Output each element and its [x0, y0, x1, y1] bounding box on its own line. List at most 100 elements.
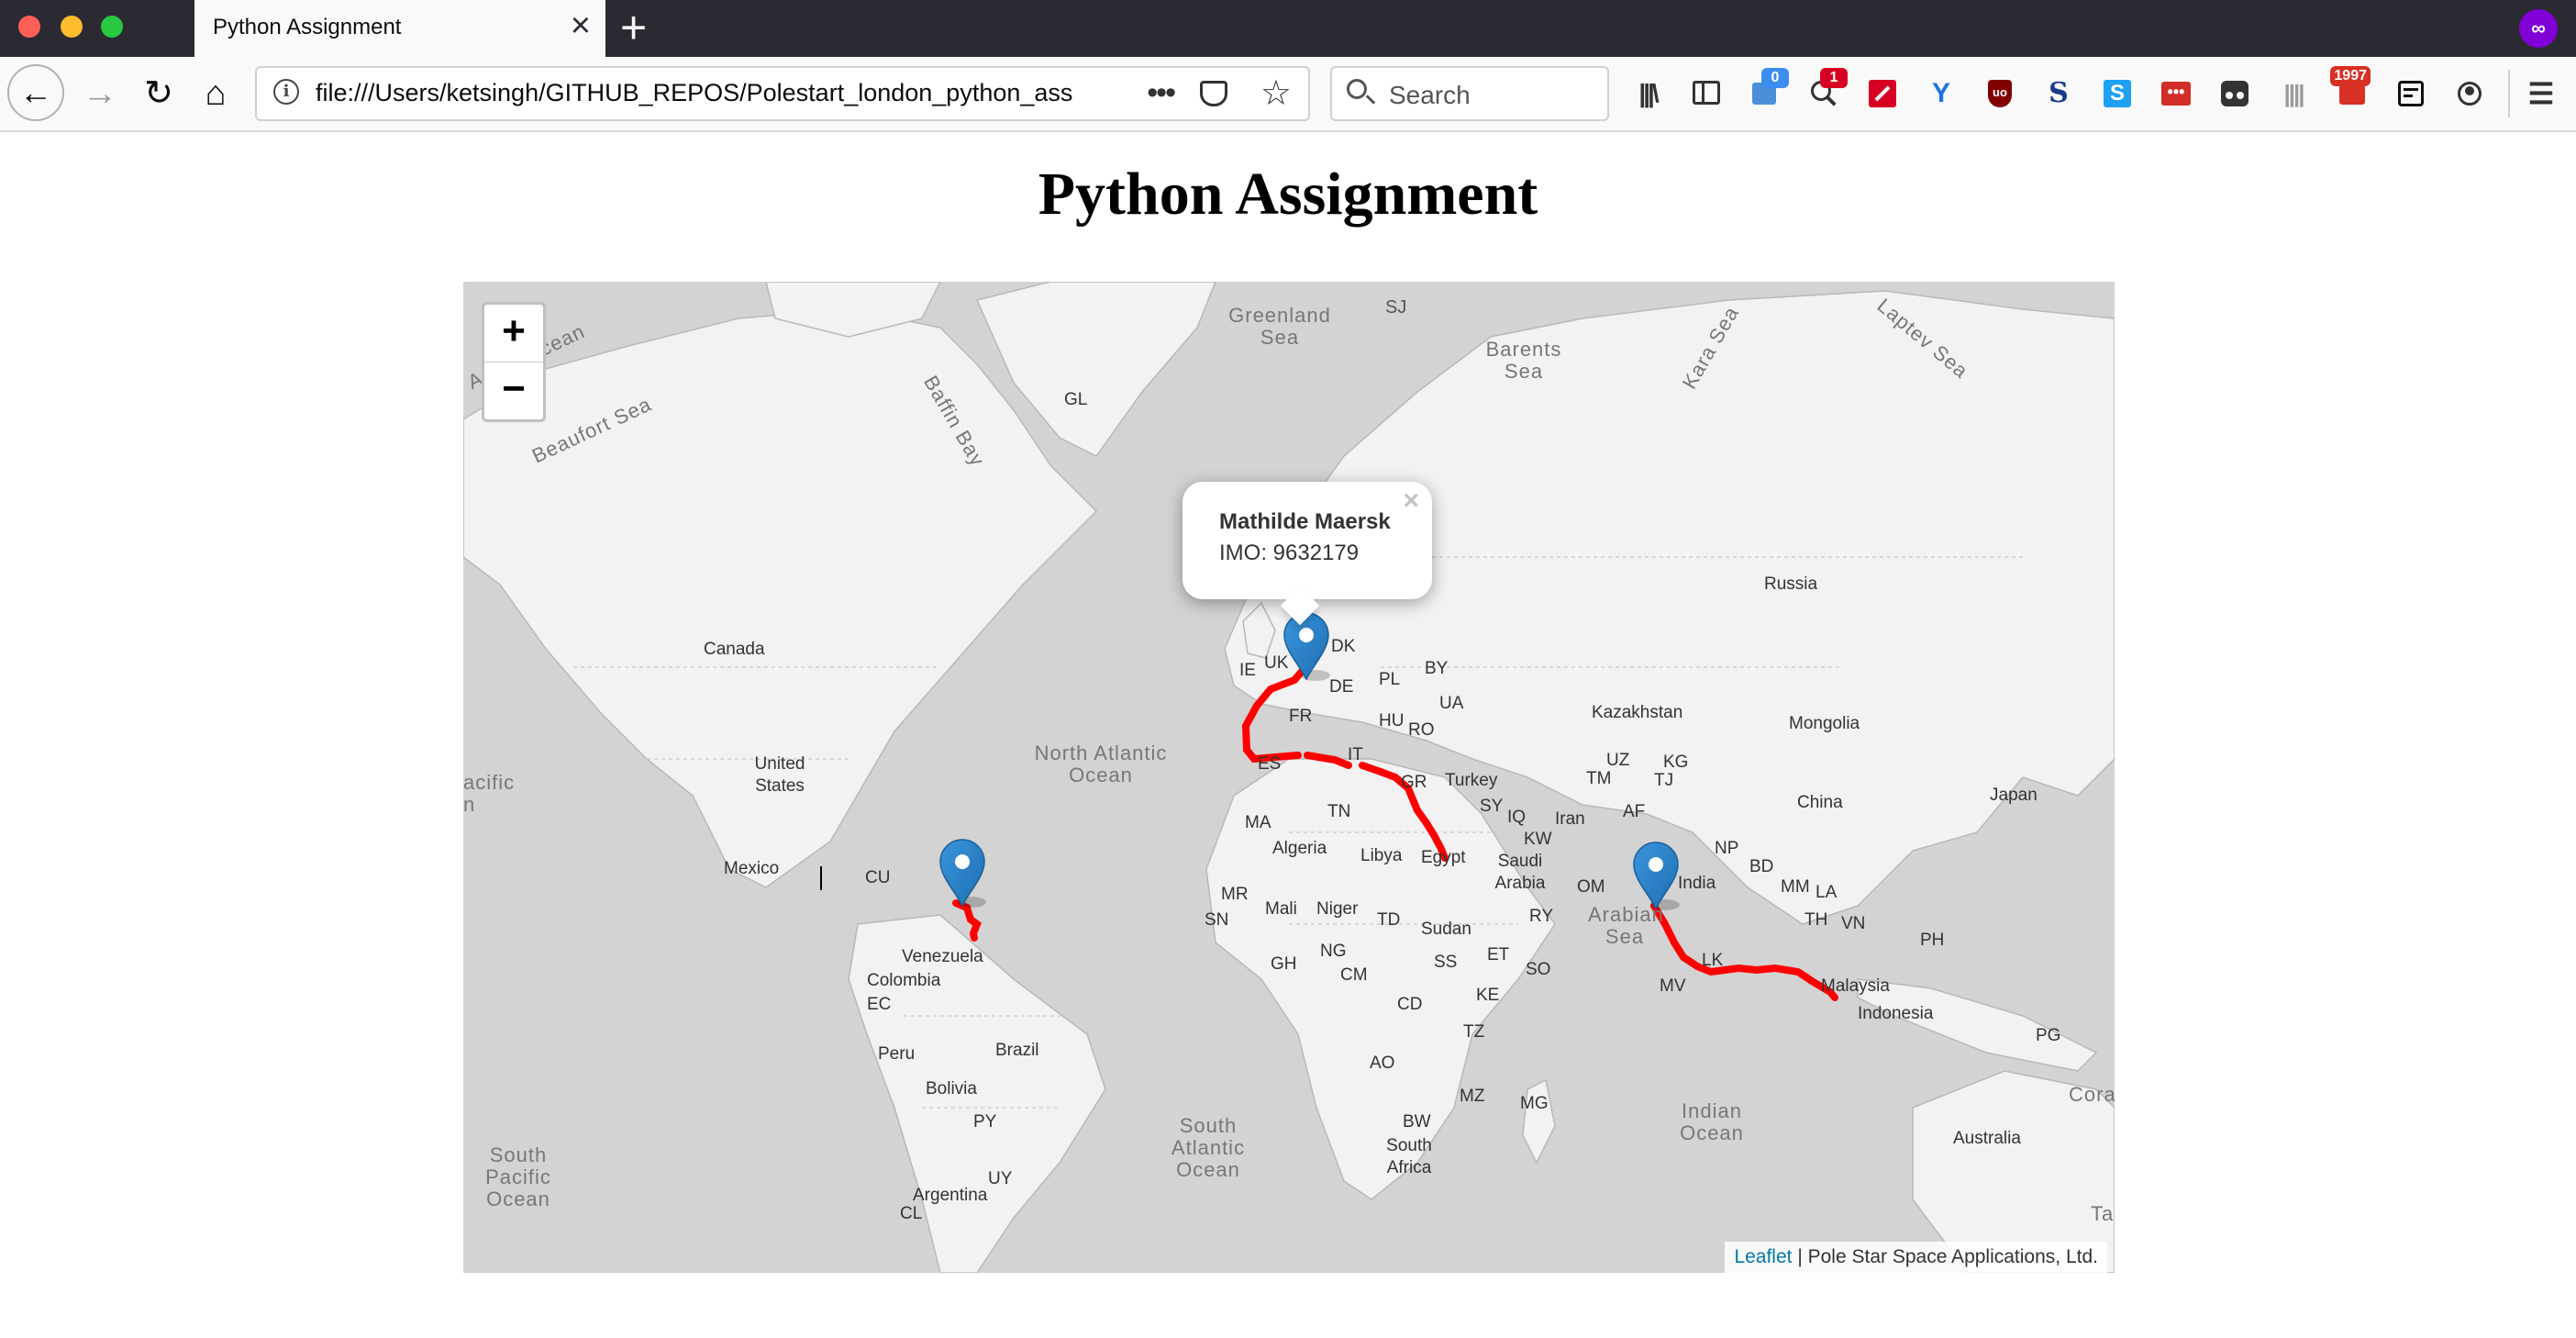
lastpass-icon[interactable]: •••	[2160, 77, 2193, 110]
tab-title: Python Assignment	[213, 15, 402, 39]
new-tab-button[interactable]: +	[620, 4, 647, 51]
vpn-extension-icon[interactable]: Y	[1925, 77, 1958, 110]
label-egypt: Egypt	[1421, 848, 1466, 867]
hamburger-menu-icon[interactable]: ☰	[2525, 77, 2558, 110]
pen-extension-icon[interactable]	[1866, 77, 1899, 110]
attribution-owner: Pole Star Space Applications, Ltd.	[1807, 1246, 2098, 1267]
label-south-africa: South Africa	[1386, 1136, 1432, 1177]
land-masses	[463, 282, 2115, 1273]
label-north-atlantic-ocean: North Atlantic Ocean	[1034, 741, 1168, 786]
label-brazil: Brazil	[995, 1041, 1039, 1060]
zoom-control: + −	[482, 302, 546, 422]
label-venezuela: Venezuela	[902, 947, 983, 966]
label-japan: Japan	[1990, 786, 2037, 805]
label-ph: PH	[1920, 931, 1945, 950]
label-ng: NG	[1320, 942, 1347, 961]
site-info-icon[interactable]: i	[273, 79, 299, 105]
label-uy: UY	[988, 1169, 1013, 1188]
window-zoom-button[interactable]	[101, 16, 123, 38]
page-actions-menu-icon[interactable]: •••	[1147, 68, 1176, 117]
label-py: PY	[973, 1112, 997, 1132]
tab-manager-icon[interactable]	[2218, 77, 2251, 110]
label-indonesia: Indonesia	[1858, 1004, 1934, 1023]
search-bar[interactable]: Search	[1330, 66, 1609, 121]
account-icon[interactable]	[2453, 77, 2486, 110]
bookmark-star-icon[interactable]: ☆	[1260, 72, 1292, 116]
label-np: NP	[1715, 839, 1739, 858]
leaflet-map[interactable]: Greenland Sea SJ Barents Sea Kara Sea La…	[463, 282, 2115, 1273]
label-tn: TN	[1327, 802, 1351, 821]
back-button[interactable]: ←	[7, 64, 64, 121]
label-ma: MA	[1245, 813, 1271, 832]
label-th: TH	[1804, 910, 1828, 930]
label-mongolia: Mongolia	[1789, 714, 1860, 733]
text-cursor	[820, 866, 822, 890]
library-icon[interactable]: |||\	[1631, 77, 1664, 110]
label-lk: LK	[1702, 951, 1724, 970]
label-pl: PL	[1379, 670, 1401, 689]
simplenote-extension-icon[interactable]: S	[2101, 77, 2134, 110]
pocket-icon[interactable]	[1200, 81, 1227, 106]
label-td: TD	[1377, 910, 1401, 930]
zoom-in-button[interactable]: +	[484, 305, 543, 362]
zoom-search-extension-icon[interactable]: 1	[1807, 68, 1848, 110]
label-indian-ocean: Indian Ocean	[1680, 1099, 1744, 1144]
label-gh: GH	[1271, 954, 1297, 974]
fence-extension-icon[interactable]: ||||	[2277, 77, 2310, 110]
ublock-origin-icon[interactable]: uo	[1983, 77, 2016, 110]
url-text[interactable]: file:///Users/ketsingh/GITHUB_REPOS/Pole…	[316, 79, 1088, 107]
label-ec: EC	[867, 995, 892, 1014]
label-om: OM	[1577, 877, 1605, 897]
label-south-atlantic-ocean: South Atlantic Ocean	[1171, 1114, 1246, 1181]
label-pacific-n: n	[463, 793, 476, 816]
label-ke: KE	[1476, 986, 1500, 1005]
label-by: BY	[1425, 659, 1449, 678]
mail-extension-icon[interactable]: 1997	[2330, 66, 2371, 110]
label-sj: SJ	[1385, 297, 1407, 318]
vessel-popup: × Mathilde Maersk IMO: 9632179	[1183, 482, 1432, 626]
toolbar-separator	[2508, 70, 2510, 117]
label-saudi-arabia: Saudi Arabia	[1494, 852, 1546, 893]
leaflet-link[interactable]: Leaflet	[1734, 1246, 1792, 1267]
label-so: SO	[1526, 960, 1551, 979]
label-peru: Peru	[878, 1044, 916, 1064]
sidebar-icon[interactable]	[1690, 77, 1723, 110]
label-mg: MG	[1520, 1094, 1549, 1113]
stylus-extension-icon[interactable]: S	[2042, 77, 2075, 110]
label-ta: Ta	[2091, 1202, 2115, 1225]
label-et: ET	[1487, 945, 1510, 964]
reload-button[interactable]: ↻	[136, 70, 182, 117]
label-india: India	[1678, 874, 1716, 893]
url-bar[interactable]: i file:///Users/ketsingh/GITHUB_REPOS/Po…	[255, 66, 1310, 121]
label-malaysia: Malaysia	[1821, 976, 1890, 996]
label-barents-sea: Barents Sea	[1485, 338, 1562, 383]
vessel-name: Mathilde Maersk	[1219, 509, 1391, 534]
window-close-button[interactable]	[18, 16, 40, 38]
search-input[interactable]: Search	[1389, 81, 1471, 110]
label-af: AF	[1623, 802, 1646, 821]
window-minimize-button[interactable]	[61, 16, 83, 38]
label-la: LA	[1815, 883, 1838, 902]
label-mexico: Mexico	[724, 859, 780, 878]
screenshot-extension-icon[interactable]: 0	[1749, 68, 1789, 110]
label-de: DE	[1329, 677, 1354, 697]
attribution-separator: |	[1792, 1246, 1808, 1267]
label-cu: CU	[865, 868, 891, 887]
label-uk: UK	[1264, 653, 1289, 673]
popup-close-button[interactable]: ×	[1403, 485, 1419, 517]
tab-python-assignment[interactable]: Python Assignment ×	[194, 0, 605, 57]
marker-caribbean	[939, 839, 986, 908]
reader-extension-icon[interactable]	[2394, 77, 2427, 110]
label-tm: TM	[1586, 769, 1612, 788]
label-gr: GR	[1401, 773, 1427, 792]
label-kazakhstan: Kazakhstan	[1592, 703, 1683, 722]
label-it: IT	[1348, 745, 1363, 764]
vessel-imo: IMO: 9632179	[1219, 541, 1360, 565]
forward-button[interactable]: →	[77, 70, 123, 117]
label-vn: VN	[1841, 914, 1866, 933]
home-button[interactable]: ⌂	[193, 70, 239, 117]
browser-titlebar: Python Assignment × + ∞	[0, 0, 2576, 57]
zoom-out-button[interactable]: −	[484, 362, 543, 419]
tab-close-icon[interactable]: ×	[571, 7, 591, 44]
label-south-pacific-ocean: South Pacific Ocean	[485, 1143, 551, 1210]
